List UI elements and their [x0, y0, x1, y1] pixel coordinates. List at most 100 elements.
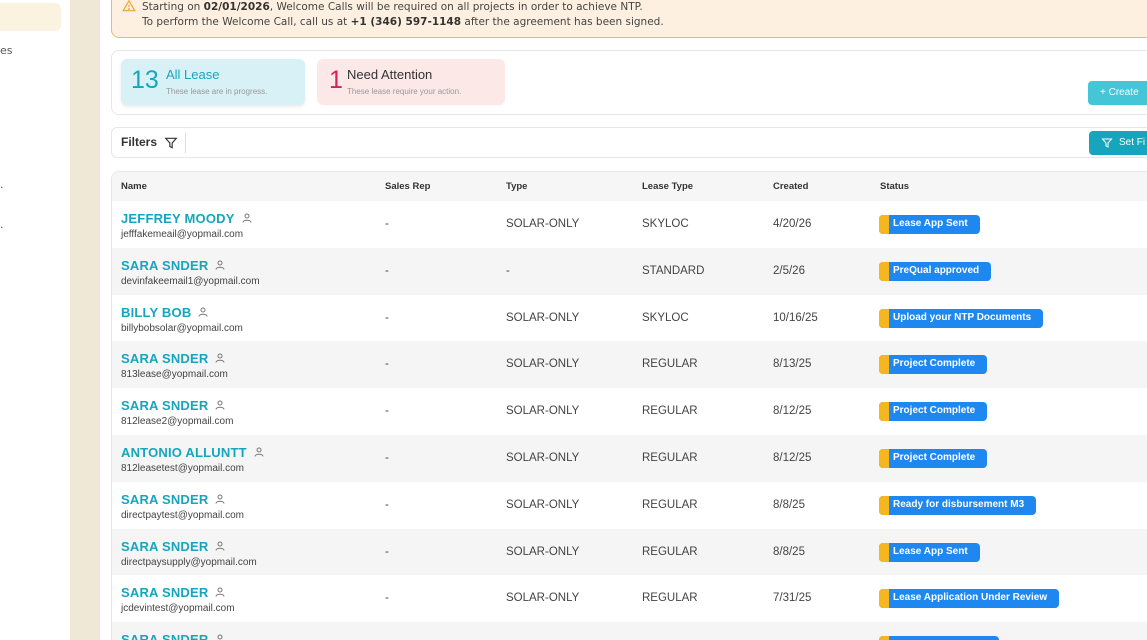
customer-email: 812leasetest@yopmail.com	[121, 462, 244, 474]
status-badge[interactable]: Ready for disbursement M3	[879, 495, 1037, 515]
customer-name[interactable]: ANTONIO ALLUNTT	[121, 445, 265, 460]
all-lease-card[interactable]: 13 All Lease These lease are in progress…	[121, 59, 305, 105]
type-cell: SOLAR-ONLY	[506, 451, 580, 464]
header-sales-rep[interactable]: Sales Rep	[385, 181, 430, 192]
person-icon	[217, 634, 223, 640]
created-cell: 8/12/25	[773, 405, 812, 418]
customer-name-text[interactable]: SARA SNDER	[121, 351, 208, 366]
created-cell: 7/31/25	[773, 592, 812, 605]
table-header: Name Sales Rep Type Lease Type Created S…	[112, 172, 1147, 201]
header-lease-type[interactable]: Lease Type	[642, 181, 693, 192]
set-filters-label: Set Fi	[1119, 137, 1146, 148]
status-badge[interactable]: Project Complete	[879, 355, 988, 375]
table-row[interactable]: SARA SNDER 812lease2@yopmail.com - SOLAR…	[112, 388, 1147, 435]
header-name[interactable]: Name	[121, 181, 147, 192]
customer-name-text[interactable]: SARA SNDER	[121, 258, 208, 273]
customer-name-text[interactable]: SARA SNDER	[121, 492, 208, 507]
create-button[interactable]: + Create	[1088, 81, 1147, 105]
status-badge[interactable]: Project Complete	[879, 448, 988, 468]
table-row[interactable]: BILLY BOB billybobsolar@yopmail.com - SO…	[112, 295, 1147, 342]
customer-email: jefffakemeail@yopmail.com	[121, 229, 244, 240]
set-filters-button[interactable]: Set Fi	[1089, 131, 1147, 155]
type-cell: SOLAR-ONLY	[506, 405, 580, 418]
customer-name-text[interactable]: SARA SNDER	[121, 585, 208, 600]
alert-phone: +1 (346) 597-1148	[350, 16, 462, 28]
table-row[interactable]: SARA SNDER 813lease@yopmail.com - SOLAR-…	[112, 341, 1147, 389]
sales-rep-cell: -	[385, 592, 389, 605]
header-created[interactable]: Created	[773, 181, 808, 192]
type-cell: -	[506, 264, 510, 277]
customer-name[interactable]: SARA SNDER	[121, 539, 226, 554]
table-body: JEFFREY MOODY jefffakemeail@yopmail.com …	[112, 201, 1147, 640]
sales-rep-cell: -	[385, 405, 389, 418]
summary-cards: 13 All Lease These lease are in progress…	[111, 50, 1147, 115]
customer-name-text[interactable]: SARA SNDER	[121, 539, 208, 554]
alert-text: To perform the Welcome Call, call us at	[142, 16, 351, 28]
customer-name-text[interactable]: SARA SNDER	[121, 398, 208, 413]
welcome-call-alert: Starting on 02/01/2026, Welcome Calls wi…	[111, 0, 1147, 38]
all-lease-sub: These lease are in progress.	[166, 87, 268, 96]
status-badge[interactable]	[879, 636, 999, 640]
customer-email: billybobsolar@yopmail.com	[121, 322, 243, 334]
sidebar: es . .	[0, 0, 70, 640]
customer-name-text[interactable]: JEFFREY MOODY	[121, 211, 235, 226]
customer-name[interactable]: SARA SNDER	[121, 258, 226, 273]
table-row[interactable]: SARA SNDER	[112, 622, 1147, 640]
filters-label[interactable]: Filters	[121, 135, 157, 149]
status-badge[interactable]: PreQual approved	[879, 261, 992, 281]
status-badge[interactable]: Lease App Sent	[879, 215, 980, 234]
customer-name[interactable]: SARA SNDER	[121, 351, 226, 366]
created-cell: 8/13/25	[773, 358, 812, 371]
sales-rep-cell: -	[385, 264, 389, 277]
person-icon	[215, 587, 225, 598]
customer-name[interactable]: BILLY BOB	[121, 305, 209, 320]
customer-email: 812lease2@yopmail.com	[121, 416, 234, 428]
lease-type-cell: REGULAR	[642, 545, 698, 558]
warning-icon	[122, 0, 136, 12]
person-icon	[254, 447, 264, 457]
sidebar-item-label[interactable]: .	[0, 218, 4, 231]
need-attention-card[interactable]: 1 Need Attention These lease require you…	[317, 59, 505, 105]
table-row[interactable]: SARA SNDER directpaysupply@yopmail.com -…	[112, 528, 1147, 576]
sales-rep-cell: -	[385, 545, 389, 558]
sales-rep-cell: -	[385, 218, 389, 230]
filters-bar: Filters	[111, 127, 1147, 158]
customer-name-text[interactable]: BILLY BOB	[121, 305, 191, 320]
customer-email: 813lease@yopmail.com	[121, 369, 228, 381]
content-gutter	[70, 0, 100, 640]
type-cell: SOLAR-ONLY	[506, 592, 580, 605]
lease-type-cell: REGULAR	[642, 498, 698, 511]
table-row[interactable]: ANTONIO ALLUNTT 812leasetest@yopmail.com…	[112, 434, 1147, 482]
filter-icon[interactable]	[164, 136, 178, 150]
customer-name[interactable]: SARA SNDER	[121, 398, 226, 413]
customer-name[interactable]: SARA SNDER	[121, 632, 226, 640]
status-badge[interactable]: Upload your NTP Documents	[879, 308, 1044, 328]
header-type[interactable]: Type	[506, 181, 527, 192]
customer-name-text[interactable]: SARA SNDER	[121, 632, 208, 640]
sidebar-item-label[interactable]: es	[0, 44, 13, 57]
customer-name[interactable]: SARA SNDER	[121, 492, 226, 507]
sidebar-active-item[interactable]	[0, 3, 61, 31]
customer-email: directpaytest@yopmail.com	[121, 509, 244, 521]
table-row[interactable]: JEFFREY MOODY jefffakemeail@yopmail.com …	[112, 201, 1147, 248]
lease-type-cell: REGULAR	[642, 592, 698, 605]
status-badge[interactable]: Project Complete	[879, 402, 988, 422]
table-row[interactable]: SARA SNDER jcdevintest@yopmail.com - SOL…	[112, 575, 1147, 622]
header-status[interactable]: Status	[880, 181, 909, 192]
created-cell: 10/16/25	[773, 311, 818, 324]
sidebar-item-label[interactable]: .	[0, 178, 4, 191]
lease-type-cell: REGULAR	[642, 451, 698, 464]
created-cell: 4/20/26	[773, 218, 812, 230]
customer-name[interactable]: SARA SNDER	[121, 585, 226, 600]
type-cell: SOLAR-ONLY	[506, 311, 580, 324]
status-badge[interactable]: Lease App Sent	[879, 542, 980, 562]
table-row[interactable]: SARA SNDER devinfakeemail1@yopmail.com -…	[112, 247, 1147, 295]
type-cell: SOLAR-ONLY	[506, 218, 580, 230]
customer-name[interactable]: JEFFREY MOODY	[121, 211, 253, 226]
alert-text: , Welcome Calls will be required on all …	[269, 1, 643, 13]
type-cell: SOLAR-ONLY	[506, 358, 580, 371]
status-badge[interactable]: Lease Application Under Review	[879, 589, 1060, 609]
table-row[interactable]: SARA SNDER directpaytest@yopmail.com - S…	[112, 482, 1147, 529]
lease-type-cell: SKYLOC	[642, 311, 689, 324]
customer-name-text[interactable]: ANTONIO ALLUNTT	[121, 445, 247, 460]
